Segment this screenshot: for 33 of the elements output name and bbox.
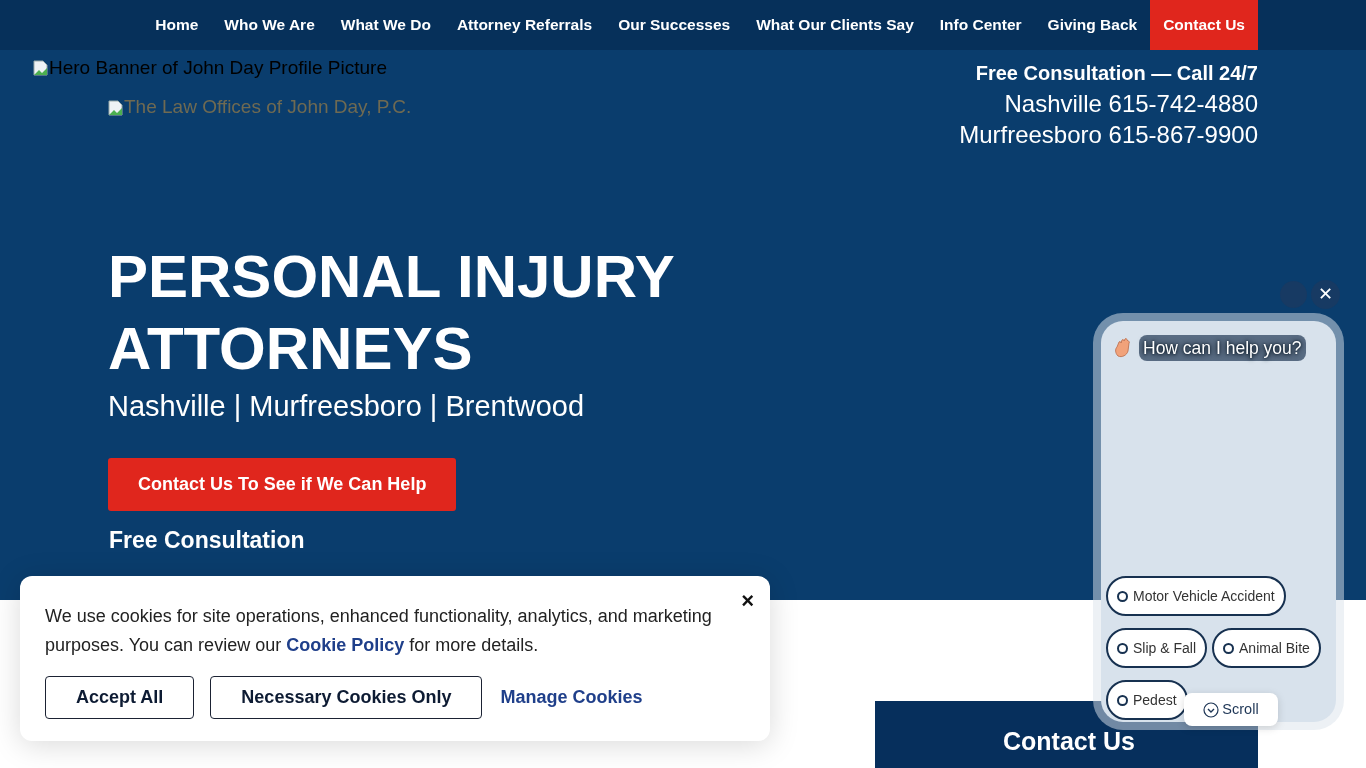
cookie-button[interactable]: Necessary Cookies Only xyxy=(210,676,483,719)
hand-icon xyxy=(1113,338,1133,359)
consultation-text: Free Consultation — Call 24/7 xyxy=(974,61,1258,86)
nav-link[interactable]: Home xyxy=(142,0,212,50)
cookie-button[interactable]: Accept All xyxy=(45,676,195,719)
nav-link[interactable]: What Our Clients Say xyxy=(743,0,927,50)
phone-link[interactable]: Murfreesboro 615-867-9900 xyxy=(959,119,1258,150)
cookie-notice: We use cookies for site operations, enhanced functionality, analytics, and marketing purposes. You can review our Cookie Policy for more details. xyxy=(45,605,713,657)
cookie-policy-link[interactable]: Cookie Policy xyxy=(286,635,405,655)
nav-link[interactable]: Info Center xyxy=(926,0,1035,50)
option-chip[interactable]: Pedest xyxy=(1106,680,1188,720)
close-button[interactable]: × xyxy=(737,584,758,617)
option-chip[interactable]: Slip & Fall xyxy=(1106,628,1208,668)
phone-link[interactable]: Nashville 615-742-4880 xyxy=(959,88,1258,119)
broken-image-icon xyxy=(33,60,49,77)
scroll-button[interactable]: Scroll xyxy=(1184,693,1278,726)
nav-link[interactable]: Attorney Referrals xyxy=(443,0,606,50)
hero-subtitle: Nashville | Murfreesboro | Brentwood xyxy=(108,388,586,424)
hero-title: PERSONAL INJURY ATTORNEYS xyxy=(108,241,675,384)
chevron-down-icon xyxy=(1203,701,1220,718)
nav-link[interactable]: Our Successes xyxy=(605,0,744,50)
nav-link[interactable]: What We Do xyxy=(327,0,444,50)
contact-button[interactable]: Contact Us To See if We Can Help xyxy=(108,458,457,511)
consultation-note: Free Consultation xyxy=(109,526,306,555)
broken-image-icon xyxy=(108,99,124,116)
manage-cookies-link[interactable]: Manage Cookies xyxy=(498,684,645,711)
nav-link[interactable]: Who We Are xyxy=(211,0,328,50)
banner-image-alt-text: Hero Banner of John Day Profile Picture xyxy=(33,54,387,83)
contact-heading: Contact Us xyxy=(1003,726,1135,757)
logo-alt-text: The Law Offices of John Day, P.C. xyxy=(108,93,412,122)
nav-link[interactable]: Giving Back xyxy=(1034,0,1151,50)
option-chip[interactable]: Motor Vehicle Accident xyxy=(1106,576,1286,616)
option-chip[interactable]: Animal Bite xyxy=(1212,628,1321,668)
